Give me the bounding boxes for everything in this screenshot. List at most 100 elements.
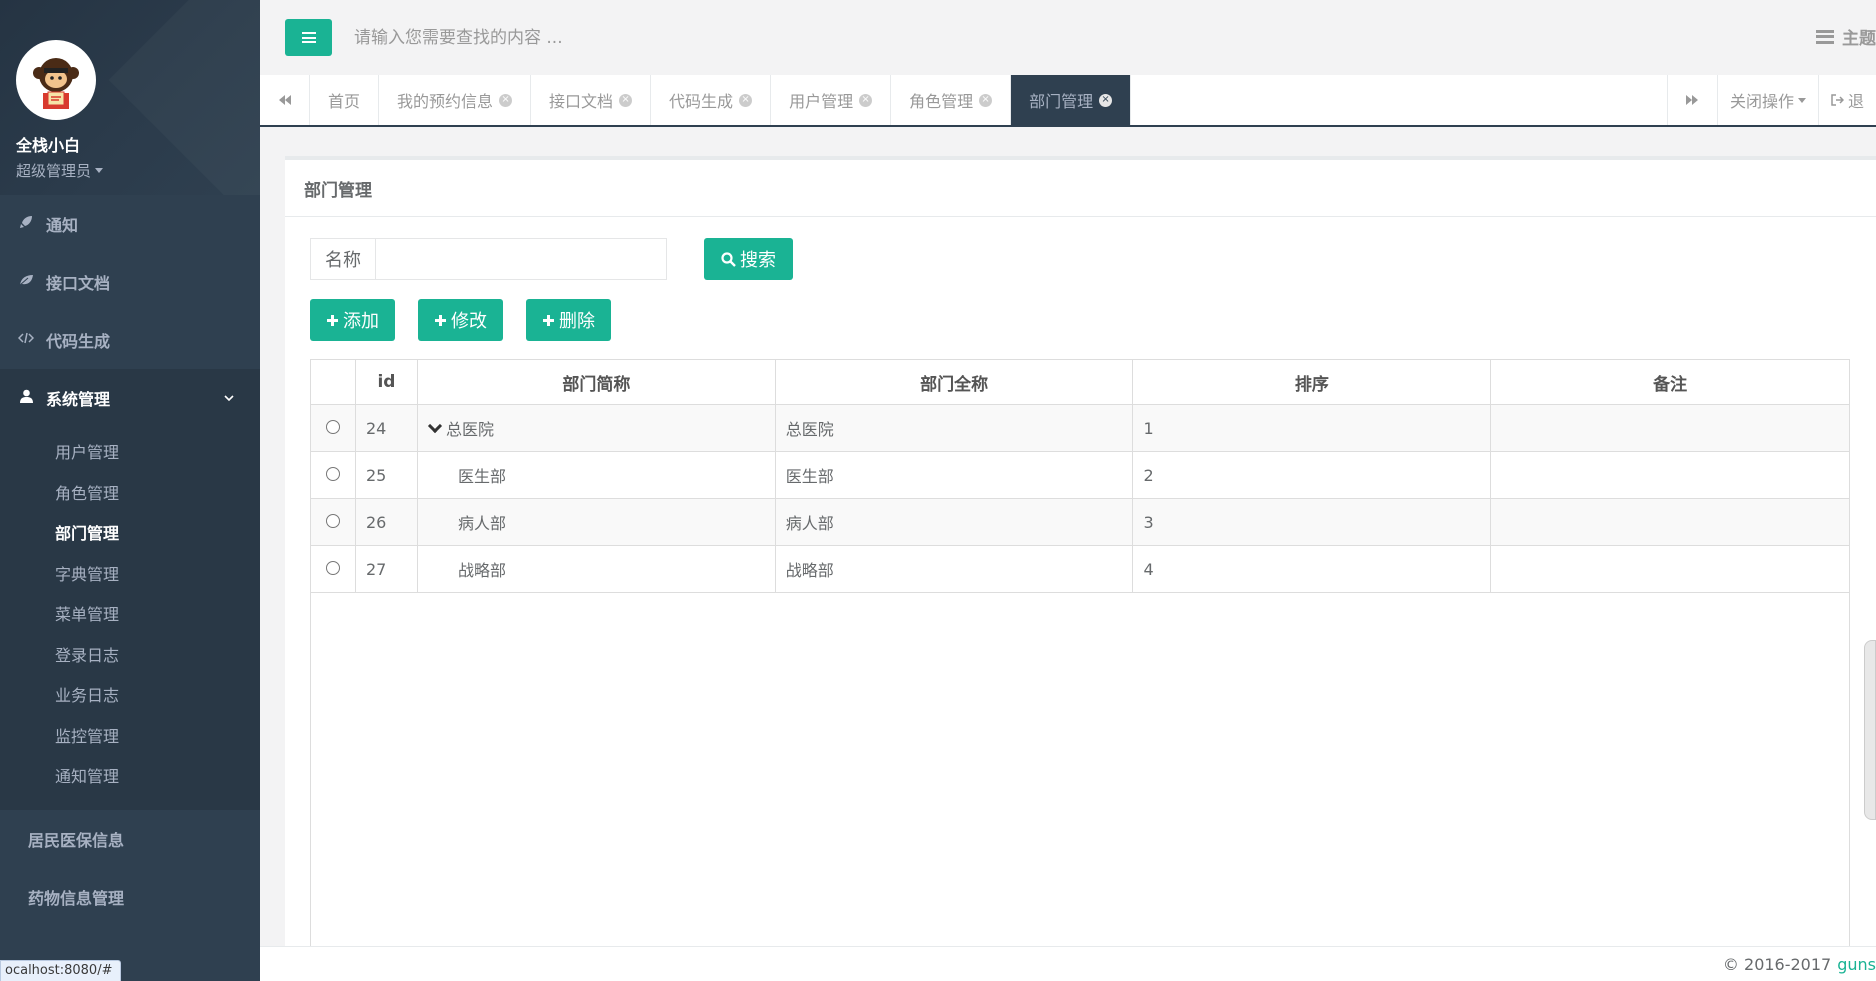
sidebar-item-api-docs[interactable]: 接口文档 xyxy=(0,253,260,311)
submenu-item-dictionary[interactable]: 字典管理 xyxy=(0,553,260,594)
tab-departments[interactable]: 部门管理 × xyxy=(1011,75,1132,125)
column-header-short-name[interactable]: 部门简称 xyxy=(416,359,776,405)
close-operations-label: 关闭操作 xyxy=(1729,92,1794,111)
chevron-down-icon xyxy=(224,391,234,405)
close-icon[interactable]: × xyxy=(1099,93,1113,107)
profile-header: 全栈小白 超级管理员 xyxy=(0,0,260,195)
submenu-item-login-log[interactable]: 登录日志 xyxy=(0,634,260,675)
edit-button-label: 修改 xyxy=(451,311,487,331)
tab-my-appointments[interactable]: 我的预约信息 × xyxy=(379,75,532,125)
sidebar: 全栈小白 超级管理员 通知 接口文档 代码生成 系统管理 用户管理 角色管理 部… xyxy=(0,0,260,981)
sidebar-item-notice[interactable]: 通知 xyxy=(0,195,260,253)
close-operations-dropdown[interactable]: 关闭操作 xyxy=(1716,75,1818,125)
tab-label: 首页 xyxy=(328,92,361,111)
close-icon[interactable]: × xyxy=(499,93,513,107)
cell-order: 2 xyxy=(1132,451,1492,499)
column-header-note[interactable]: 备注 xyxy=(1490,359,1850,405)
theme-label: 主题 xyxy=(1842,29,1876,49)
close-icon[interactable]: × xyxy=(739,93,753,107)
column-header-full-name[interactable]: 部门全称 xyxy=(774,359,1134,405)
search-icon xyxy=(721,251,736,267)
logout-label: 退 xyxy=(1847,92,1864,111)
tabs-right-controls: 关闭操作 退 xyxy=(1666,75,1876,125)
submenu-item-monitor[interactable]: 监控管理 xyxy=(0,715,260,756)
tabs-bar: 首页 我的预约信息 × 接口文档 × 代码生成 × 用户管理 × 角色管理 × … xyxy=(260,75,1876,127)
leaf-icon xyxy=(16,274,36,290)
profile-role: 超级管理员 xyxy=(16,162,92,180)
floating-side-widget[interactable] xyxy=(1864,640,1876,820)
delete-button-label: 删除 xyxy=(559,311,595,331)
delete-button[interactable]: 删除 xyxy=(526,299,611,341)
top-bar: 主题 xyxy=(260,0,1876,75)
tab-label: 接口文档 xyxy=(549,92,614,111)
tab-scroll-right-button[interactable] xyxy=(1666,75,1717,125)
sidebar-toggle-button[interactable] xyxy=(285,19,332,56)
tasks-icon xyxy=(1816,29,1834,44)
footer: © 2016-2017 guns xyxy=(260,946,1876,981)
theme-button[interactable]: 主题 xyxy=(1816,24,1876,49)
backward-icon xyxy=(278,95,291,105)
tab-scroll-left-button[interactable] xyxy=(260,75,310,125)
monkey-avatar-icon xyxy=(33,58,79,109)
sidebar-item-label: 接口文档 xyxy=(46,274,111,293)
column-header-id[interactable]: id xyxy=(354,359,418,405)
table-row[interactable]: 25 医生部 医生部 2 xyxy=(310,451,1850,499)
footer-link[interactable]: guns xyxy=(1837,955,1876,974)
sidebar-item-codegen[interactable]: 代码生成 xyxy=(0,311,260,369)
close-icon[interactable]: × xyxy=(979,93,993,107)
submenu-item-departments[interactable]: 部门管理 xyxy=(0,512,260,553)
row-radio[interactable] xyxy=(325,419,340,434)
cell-short-name: 病人部 xyxy=(416,498,776,546)
sidebar-item-system[interactable]: 系统管理 xyxy=(0,369,260,427)
status-url-tooltip: ocalhost:8080/# xyxy=(0,960,122,981)
cell-id: 25 xyxy=(354,451,418,499)
tab-roles[interactable]: 角色管理 × xyxy=(891,75,1012,125)
tab-label: 角色管理 xyxy=(909,92,974,111)
cell-note xyxy=(1490,404,1850,452)
tab-home[interactable]: 首页 xyxy=(310,75,380,125)
cell-full-name: 战略部 xyxy=(774,545,1134,593)
submenu-item-notice-mgmt[interactable]: 通知管理 xyxy=(0,755,260,796)
edit-button[interactable]: 修改 xyxy=(418,299,503,341)
row-radio[interactable] xyxy=(325,513,340,528)
table-row[interactable]: 27 战略部 战略部 4 xyxy=(310,545,1850,593)
cell-note xyxy=(1490,498,1850,546)
row-select-cell xyxy=(310,498,356,546)
sidebar-item-drugs[interactable]: 药物信息管理 xyxy=(0,868,260,926)
system-submenu: 用户管理 角色管理 部门管理 字典管理 菜单管理 登录日志 业务日志 监控管理 … xyxy=(0,427,260,810)
add-button-label: 添加 xyxy=(343,311,379,331)
row-radio[interactable] xyxy=(325,560,340,575)
select-column-header xyxy=(310,359,356,405)
row-radio[interactable] xyxy=(325,466,340,481)
avatar[interactable] xyxy=(16,40,96,120)
column-header-order[interactable]: 排序 xyxy=(1132,359,1492,405)
submenu-item-roles[interactable]: 角色管理 xyxy=(0,472,260,513)
add-button[interactable]: 添加 xyxy=(310,299,395,341)
close-icon[interactable]: × xyxy=(859,93,873,107)
tab-users[interactable]: 用户管理 × xyxy=(771,75,892,125)
table-row[interactable]: 24 总医院 总医院 1 xyxy=(310,404,1850,452)
name-filter-group: 名称 xyxy=(310,238,667,280)
global-search-input[interactable] xyxy=(354,19,954,56)
submenu-item-users[interactable]: 用户管理 xyxy=(0,431,260,472)
search-button[interactable]: 搜索 xyxy=(704,238,793,280)
row-select-cell xyxy=(310,404,356,452)
tab-api-docs[interactable]: 接口文档 × xyxy=(531,75,652,125)
tab-codegen[interactable]: 代码生成 × xyxy=(651,75,772,125)
submenu-item-business-log[interactable]: 业务日志 xyxy=(0,674,260,715)
cell-order: 3 xyxy=(1132,498,1492,546)
cell-full-name: 医生部 xyxy=(774,451,1134,499)
panel-title: 部门管理 xyxy=(285,160,1876,217)
tree-expand-icon[interactable] xyxy=(427,418,443,434)
close-icon[interactable]: × xyxy=(619,93,633,107)
submenu-item-menus[interactable]: 菜单管理 xyxy=(0,593,260,634)
name-filter-input[interactable] xyxy=(376,239,666,279)
caret-down-icon xyxy=(1797,97,1806,103)
logout-button[interactable]: 退 xyxy=(1817,75,1876,125)
cell-id: 27 xyxy=(354,545,418,593)
table-row[interactable]: 26 病人部 病人部 3 xyxy=(310,498,1850,546)
rocket-icon xyxy=(16,215,36,233)
sidebar-item-insurance[interactable]: 居民医保信息 xyxy=(0,810,260,868)
role-dropdown[interactable]: 超级管理员 xyxy=(16,160,260,181)
cell-short-name: 医生部 xyxy=(416,451,776,499)
